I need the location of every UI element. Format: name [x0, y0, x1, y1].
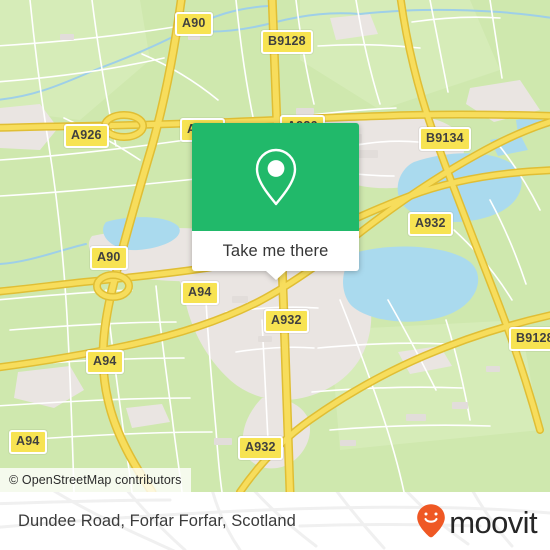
road-shield-a94: A94 — [181, 281, 219, 305]
attribution-text: © OpenStreetMap contributors — [9, 473, 182, 487]
footer-bar: Dundee Road, Forfar Forfar, Scotland moo… — [0, 492, 550, 550]
map-canvas[interactable]: A90B9128A926A926A926B9134A932A90A94A932A… — [0, 0, 550, 492]
road-shield-a90: A90 — [175, 12, 213, 36]
road-shield-b9134: B9134 — [419, 127, 471, 151]
road-shield-a926: A926 — [64, 124, 109, 148]
location-title-text: Dundee Road, Forfar Forfar, Scotland — [18, 511, 296, 530]
road-shield-a932: A932 — [238, 436, 283, 460]
map-pin-icon — [255, 148, 296, 206]
road-shield-a90: A90 — [90, 246, 128, 270]
moovit-brand[interactable]: moovit — [416, 492, 538, 550]
road-shield-b9128: B9128 — [261, 30, 313, 54]
callout-action-area[interactable]: Take me there — [192, 231, 359, 280]
road-shield-b9128: B9128 — [509, 327, 550, 351]
location-callout-card[interactable]: Take me there — [192, 123, 359, 280]
moovit-wordmark: moovit — [449, 504, 537, 540]
road-shield-a94: A94 — [9, 430, 47, 454]
callout-icon-area — [192, 123, 359, 231]
moovit-map-screenshot: A90B9128A926A926A926B9134A932A90A94A932A… — [0, 0, 550, 550]
road-shield-a932: A932 — [264, 309, 309, 333]
road-shield-a932: A932 — [408, 212, 453, 236]
moovit-smiley-pin-icon — [417, 504, 446, 538]
callout-pointer-tail — [265, 271, 286, 280]
location-title: Dundee Road, Forfar Forfar, Scotland — [18, 492, 296, 550]
map-attribution[interactable]: © OpenStreetMap contributors — [0, 468, 191, 492]
road-shield-a94: A94 — [86, 350, 124, 374]
take-me-there-label: Take me there — [222, 241, 329, 260]
